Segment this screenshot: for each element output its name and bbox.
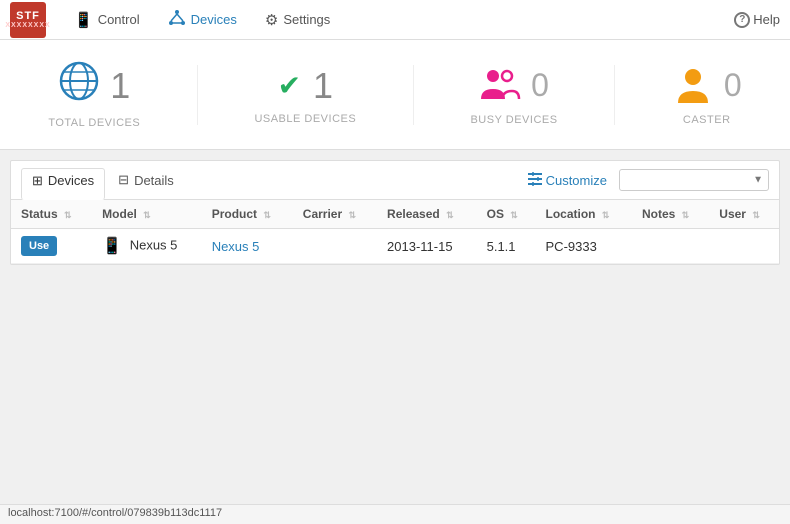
nav-control-label: Control [98,12,140,27]
stat-divider-2 [413,65,414,125]
top-navigation: STF XXXXXXXX 📱 Control Devices ⚙ [0,0,790,40]
cell-carrier [293,229,377,264]
busy-devices-label: BUSY DEVICES [470,114,557,126]
nav-settings-label: Settings [283,12,330,27]
col-os-label: OS [487,207,504,221]
help-link[interactable]: ? Help [734,12,780,28]
sort-notes-icon: ⇅ [682,210,690,220]
help-label: Help [753,12,780,27]
cell-user [709,229,779,264]
col-model-label: Model [102,207,137,221]
released-value: 2013-11-15 [387,239,453,254]
col-released[interactable]: Released ⇅ [377,200,477,229]
stat-busy-devices: 0 BUSY DEVICES [470,63,557,126]
col-released-label: Released [387,207,440,221]
table-header-row: Status ⇅ Model ⇅ Product ⇅ Carrier ⇅ [11,200,779,229]
busy-devices-count: 0 [531,67,549,104]
control-icon: 📱 [74,11,93,29]
col-model[interactable]: Model ⇅ [92,200,202,229]
logo-bottom: XXXXXXXX [5,22,50,29]
model-value: Nexus 5 [130,237,178,252]
status-url: localhost:7100/#/control/079839b113dc111… [8,507,222,519]
stat-divider-3 [614,65,615,125]
col-product-label: Product [212,207,257,221]
check-icon: ✔ [278,69,301,102]
status-bar: localhost:7100/#/control/079839b113dc111… [0,504,790,524]
sort-product-icon: ⇅ [263,210,271,220]
sort-location-icon: ⇅ [602,210,610,220]
app-logo: STF XXXXXXXX [10,2,46,38]
col-carrier-label: Carrier [303,207,342,221]
cell-notes [632,229,709,264]
total-devices-count: 1 [110,65,130,107]
busy-icon [479,63,521,108]
devices-panel: ⊞ Devices ⊟ Details [10,160,780,265]
stat-total-devices: 1 TOTAL DEVICES [48,60,140,129]
sort-model-icon: ⇅ [143,210,151,220]
tab-details-label: Details [134,173,174,188]
product-link[interactable]: Nexus 5 [212,239,260,254]
settings-icon: ⚙ [265,11,278,29]
cell-status: Use [11,229,92,264]
cell-product: Nexus 5 [202,229,293,264]
col-notes[interactable]: Notes ⇅ [632,200,709,229]
col-user-label: User [719,207,746,221]
sort-status-icon: ⇅ [64,210,72,220]
cell-released: 2013-11-15 [377,229,477,264]
col-product[interactable]: Product ⇅ [202,200,293,229]
caster-count: 0 [724,67,742,104]
stat-caster: 0 CASTER [672,63,742,126]
col-notes-label: Notes [642,207,675,221]
location-value: PC-9333 [546,239,597,254]
tab-devices[interactable]: ⊞ Devices [21,168,105,200]
tab-details[interactable]: ⊟ Details [107,167,185,193]
use-button[interactable]: Use [21,236,57,256]
total-devices-label: TOTAL DEVICES [48,117,140,129]
globe-icon [58,60,100,111]
main-content: ⊞ Devices ⊟ Details [0,150,790,524]
sort-user-icon: ⇅ [752,210,760,220]
cell-location: PC-9333 [536,229,632,264]
details-grid-icon: ⊟ [118,172,129,188]
col-status[interactable]: Status ⇅ [11,200,92,229]
nav-items: 📱 Control Devices ⚙ Settings [62,3,734,37]
customize-icon [528,172,542,189]
stat-divider-1 [197,65,198,125]
tab-devices-label: Devices [48,173,94,188]
cell-model: 📱 Nexus 5 [92,229,202,264]
col-carrier[interactable]: Carrier ⇅ [293,200,377,229]
devices-table: Status ⇅ Model ⇅ Product ⇅ Carrier ⇅ [11,200,779,264]
cell-os: 5.1.1 [477,229,536,264]
sort-carrier-icon: ⇅ [349,210,357,220]
logo-top: STF [16,10,40,22]
col-user[interactable]: User ⇅ [709,200,779,229]
devices-icon [168,9,186,31]
col-location[interactable]: Location ⇅ [536,200,632,229]
usable-devices-count: 1 [313,65,333,107]
devices-grid-icon: ⊞ [32,173,43,189]
caster-label: CASTER [683,114,731,126]
stats-bar: 1 TOTAL DEVICES ✔ 1 USABLE DEVICES 0 [0,40,790,150]
col-os[interactable]: OS ⇅ [477,200,536,229]
table-row: Use 📱 Nexus 5 Nexus 5 2013-11-15 [11,229,779,264]
search-wrapper: ▼ [619,169,769,191]
col-status-label: Status [21,207,58,221]
sort-released-icon: ⇅ [446,210,454,220]
nav-settings[interactable]: ⚙ Settings [253,5,342,35]
stat-usable-devices: ✔ 1 USABLE DEVICES [254,65,356,125]
os-value: 5.1.1 [487,239,516,254]
col-location-label: Location [546,207,596,221]
caster-icon [672,63,714,108]
nav-devices-label: Devices [191,12,237,27]
nav-control[interactable]: 📱 Control [62,5,152,35]
phone-icon: 📱 [102,238,122,255]
usable-devices-label: USABLE DEVICES [254,113,356,125]
customize-button[interactable]: Customize [528,172,607,189]
customize-label: Customize [546,173,607,188]
tab-bar: ⊞ Devices ⊟ Details [11,161,779,200]
filter-select[interactable] [619,169,769,191]
nav-devices[interactable]: Devices [156,3,249,37]
sort-os-icon: ⇅ [510,210,518,220]
help-icon: ? [734,12,750,28]
